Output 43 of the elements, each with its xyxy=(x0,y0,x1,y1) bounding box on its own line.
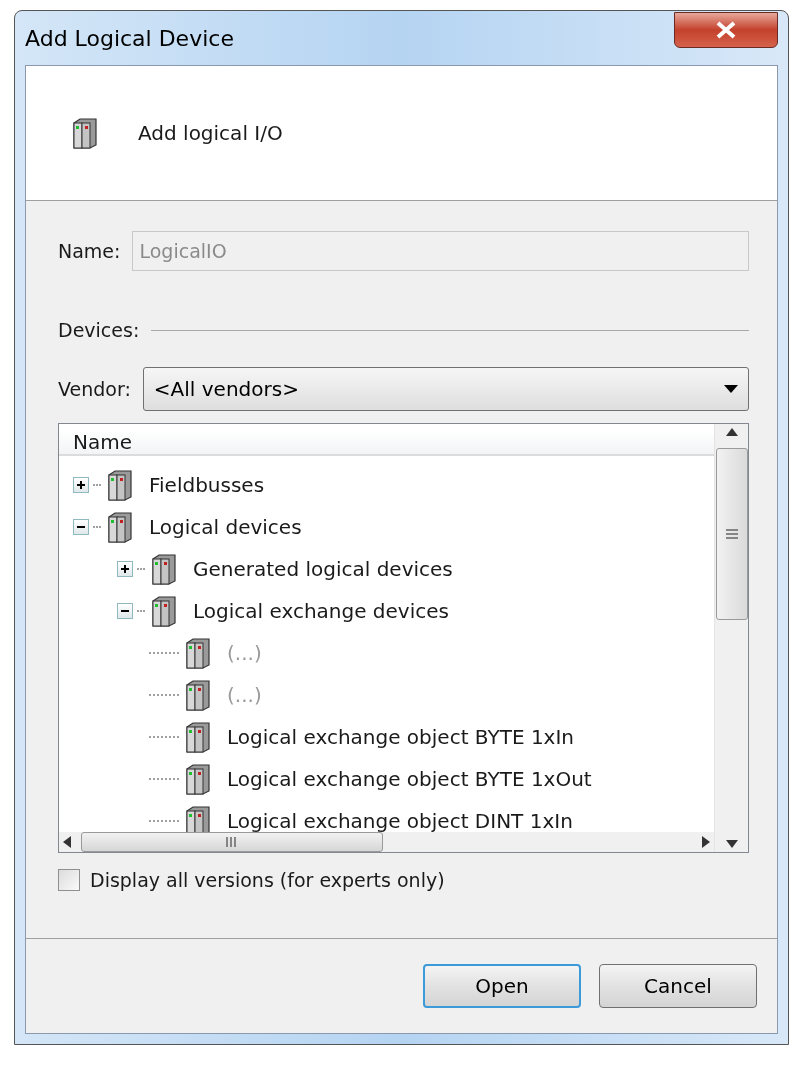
tree-item[interactable]: Logical devices xyxy=(59,506,714,548)
scroll-right-icon[interactable] xyxy=(702,836,710,848)
scroll-down-icon[interactable] xyxy=(725,840,738,848)
scrollbar-thumb[interactable] xyxy=(715,448,748,620)
grip-icon xyxy=(226,837,238,847)
device-icon xyxy=(185,721,211,753)
tree-item[interactable]: Logical exchange object BYTE 1xOut xyxy=(59,758,714,800)
header-title: Add logical I/O xyxy=(138,121,283,145)
expand-icon[interactable] xyxy=(73,477,89,493)
collapse-icon[interactable] xyxy=(73,519,89,535)
tree-item[interactable]: Generated logical devices xyxy=(59,548,714,590)
device-icon xyxy=(107,469,133,501)
close-button[interactable] xyxy=(674,12,778,48)
device-icon xyxy=(151,553,177,585)
close-icon xyxy=(715,21,737,39)
device-icon xyxy=(185,637,211,669)
dialog-button[interactable]: Open xyxy=(423,964,581,1008)
tree-item[interactable]: Logical exchange object BYTE 1xIn xyxy=(59,716,714,758)
grip-icon xyxy=(725,529,738,539)
scroll-left-icon[interactable] xyxy=(63,836,71,848)
vendor-dropdown[interactable]: <All vendors> xyxy=(142,367,749,411)
expand-icon[interactable] xyxy=(117,561,133,577)
horizontal-scrollbar[interactable] xyxy=(59,832,714,852)
checkbox-label: Display all versions (for experts only) xyxy=(90,869,445,891)
collapse-icon[interactable] xyxy=(117,603,133,619)
scrollbar-thumb[interactable] xyxy=(81,832,383,852)
window-title: Add Logical Device xyxy=(25,25,234,51)
scroll-up-icon[interactable] xyxy=(725,428,738,436)
device-icon xyxy=(151,595,177,627)
device-icon xyxy=(107,511,133,543)
device-icon xyxy=(72,117,98,149)
tree-item[interactable]: Logical exchange devices xyxy=(59,590,714,632)
device-icon xyxy=(185,763,211,795)
caret-icon xyxy=(724,385,738,393)
vertical-scrollbar[interactable] xyxy=(714,424,748,852)
tree-item[interactable]: Fieldbusses xyxy=(59,464,714,506)
vendor-label: Vendor: xyxy=(58,378,131,400)
device-icon xyxy=(185,805,211,832)
dialog-button[interactable]: Cancel xyxy=(599,964,757,1008)
device-icon xyxy=(185,679,211,711)
devices-label: Devices: xyxy=(58,319,140,341)
checkbox[interactable] xyxy=(58,869,80,891)
name-label: Name: xyxy=(58,240,121,262)
